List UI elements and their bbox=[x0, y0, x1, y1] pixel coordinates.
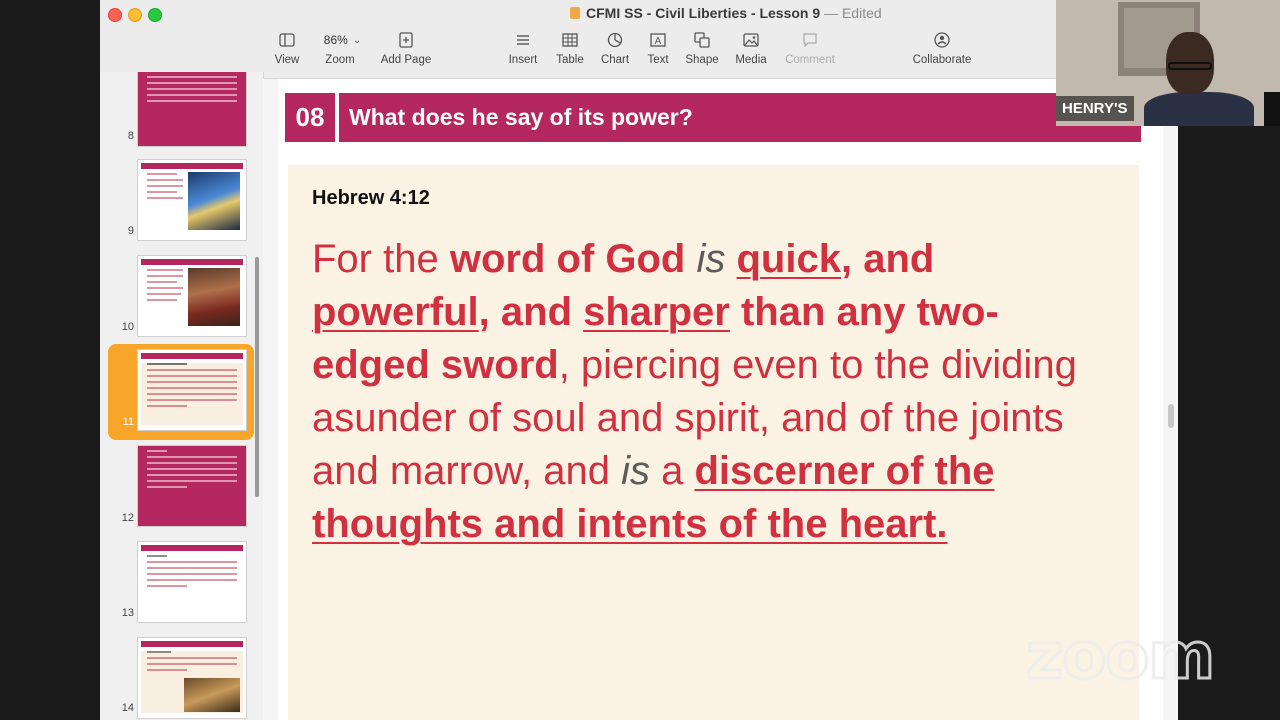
page-thumbnail-8[interactable] bbox=[138, 72, 246, 146]
verse-emphasis: , and bbox=[840, 237, 935, 281]
media-label: Media bbox=[735, 54, 767, 66]
text-box-icon: A bbox=[642, 30, 674, 50]
chart-label: Chart bbox=[600, 54, 630, 66]
participant-name-label: HENRY'S bbox=[1056, 96, 1134, 121]
page-thumbnail-10[interactable] bbox=[138, 256, 246, 336]
page-number: 12 bbox=[121, 512, 134, 524]
sidebar-view-icon bbox=[272, 30, 302, 50]
page-number: 13 bbox=[121, 607, 134, 619]
participant-body bbox=[1144, 92, 1254, 126]
add-page-button[interactable]: Add Page bbox=[376, 30, 436, 66]
scripture-reference: Hebrew 4:12 bbox=[312, 187, 430, 209]
table-icon bbox=[553, 30, 587, 50]
canvas-margin-left bbox=[263, 79, 278, 720]
chart-button[interactable]: Chart bbox=[598, 30, 632, 66]
page-number: 10 bbox=[121, 321, 134, 333]
insert-button[interactable]: Insert bbox=[506, 30, 540, 66]
view-button[interactable]: View bbox=[272, 30, 302, 66]
page-number: 8 bbox=[127, 130, 134, 142]
add-page-icon bbox=[376, 30, 436, 50]
participant-video: HENRY'S bbox=[1056, 0, 1280, 126]
shape-button[interactable]: Shape bbox=[684, 30, 720, 66]
page-number: 9 bbox=[127, 225, 134, 237]
shape-icon bbox=[684, 30, 720, 50]
view-label: View bbox=[274, 54, 300, 66]
thumbnail-image bbox=[184, 678, 240, 712]
document-name: CFMI SS - Civil Liberties - Lesson 9 bbox=[586, 5, 821, 21]
text-button[interactable]: A Text bbox=[642, 30, 674, 66]
verse-emphasis: , and bbox=[478, 290, 584, 334]
verse-text: a bbox=[649, 449, 695, 493]
collaborate-label: Collaborate bbox=[912, 54, 972, 66]
video-edge bbox=[1264, 92, 1280, 126]
scripture-card[interactable]: Hebrew 4:12 For the word of God is quick… bbox=[288, 165, 1139, 720]
text-label: Text bbox=[647, 54, 669, 66]
media-button[interactable]: Media bbox=[732, 30, 770, 66]
insert-icon bbox=[506, 30, 540, 50]
verse-underlined: sharper bbox=[583, 290, 730, 334]
edited-status: Edited bbox=[841, 5, 882, 21]
comment-icon bbox=[782, 30, 838, 50]
svg-text:A: A bbox=[655, 36, 662, 47]
close-window-button[interactable] bbox=[108, 8, 122, 22]
add-page-label: Add Page bbox=[380, 54, 432, 66]
zoom-control[interactable]: 86% ⌄ Zoom bbox=[312, 30, 368, 66]
page-thumbnail-14[interactable] bbox=[138, 638, 246, 718]
chart-icon bbox=[598, 30, 632, 50]
verse-text: For the bbox=[312, 237, 450, 281]
canvas-scrollbar[interactable] bbox=[1168, 404, 1174, 428]
chevron-down-icon: ⌄ bbox=[352, 34, 362, 46]
pages-app-window: CFMI SS - Civil Liberties - Lesson 9 — E… bbox=[100, 0, 1178, 720]
title-separator: — bbox=[820, 5, 842, 21]
section-number: 08 bbox=[285, 93, 335, 142]
collaborate-button[interactable]: Collaborate bbox=[908, 30, 976, 66]
sidebar-scrollbar[interactable] bbox=[255, 257, 259, 497]
comment-button[interactable]: Comment bbox=[782, 30, 838, 66]
media-icon bbox=[732, 30, 770, 50]
page-thumbnails-sidebar: 8 9 10 11 12 13 14 bbox=[100, 72, 264, 720]
verse-italic: is bbox=[696, 237, 726, 281]
verse-underlined: powerful bbox=[312, 290, 479, 334]
toolbar: CFMI SS - Civil Liberties - Lesson 9 — E… bbox=[100, 0, 1178, 79]
table-button[interactable]: Table bbox=[553, 30, 587, 66]
verse-underlined: quick bbox=[736, 237, 841, 281]
page-thumbnail-9[interactable] bbox=[138, 160, 246, 240]
page-number: 14 bbox=[121, 702, 134, 714]
page-thumbnail-11[interactable] bbox=[138, 350, 246, 430]
minimize-window-button[interactable] bbox=[128, 8, 142, 22]
verse-italic: is bbox=[621, 449, 650, 493]
page-number-selected: 11 bbox=[122, 416, 134, 428]
fullscreen-window-button[interactable] bbox=[148, 8, 162, 22]
glasses bbox=[1168, 62, 1212, 70]
insert-label: Insert bbox=[508, 54, 538, 66]
section-heading: What does he say of its power? bbox=[339, 93, 1141, 142]
zoom-label: Zoom bbox=[325, 54, 355, 66]
scripture-verse: For the word of God is quick, and powerf… bbox=[312, 233, 1112, 551]
zoom-watermark-logo: zoom bbox=[1025, 619, 1217, 696]
page-thumbnail-12[interactable] bbox=[138, 446, 246, 526]
page-thumbnail-13[interactable] bbox=[138, 542, 246, 622]
verse-emphasis: word of God bbox=[449, 237, 686, 281]
document-icon bbox=[570, 7, 580, 19]
shape-label: Shape bbox=[685, 54, 719, 66]
table-label: Table bbox=[556, 54, 584, 66]
thumbnail-image bbox=[188, 172, 240, 230]
zoom-value[interactable]: 86% bbox=[319, 31, 353, 49]
collaborate-icon bbox=[908, 30, 976, 50]
comment-label: Comment bbox=[785, 54, 835, 66]
document-title: CFMI SS - Civil Liberties - Lesson 9 — E… bbox=[570, 5, 882, 21]
thumbnail-image bbox=[188, 268, 240, 326]
